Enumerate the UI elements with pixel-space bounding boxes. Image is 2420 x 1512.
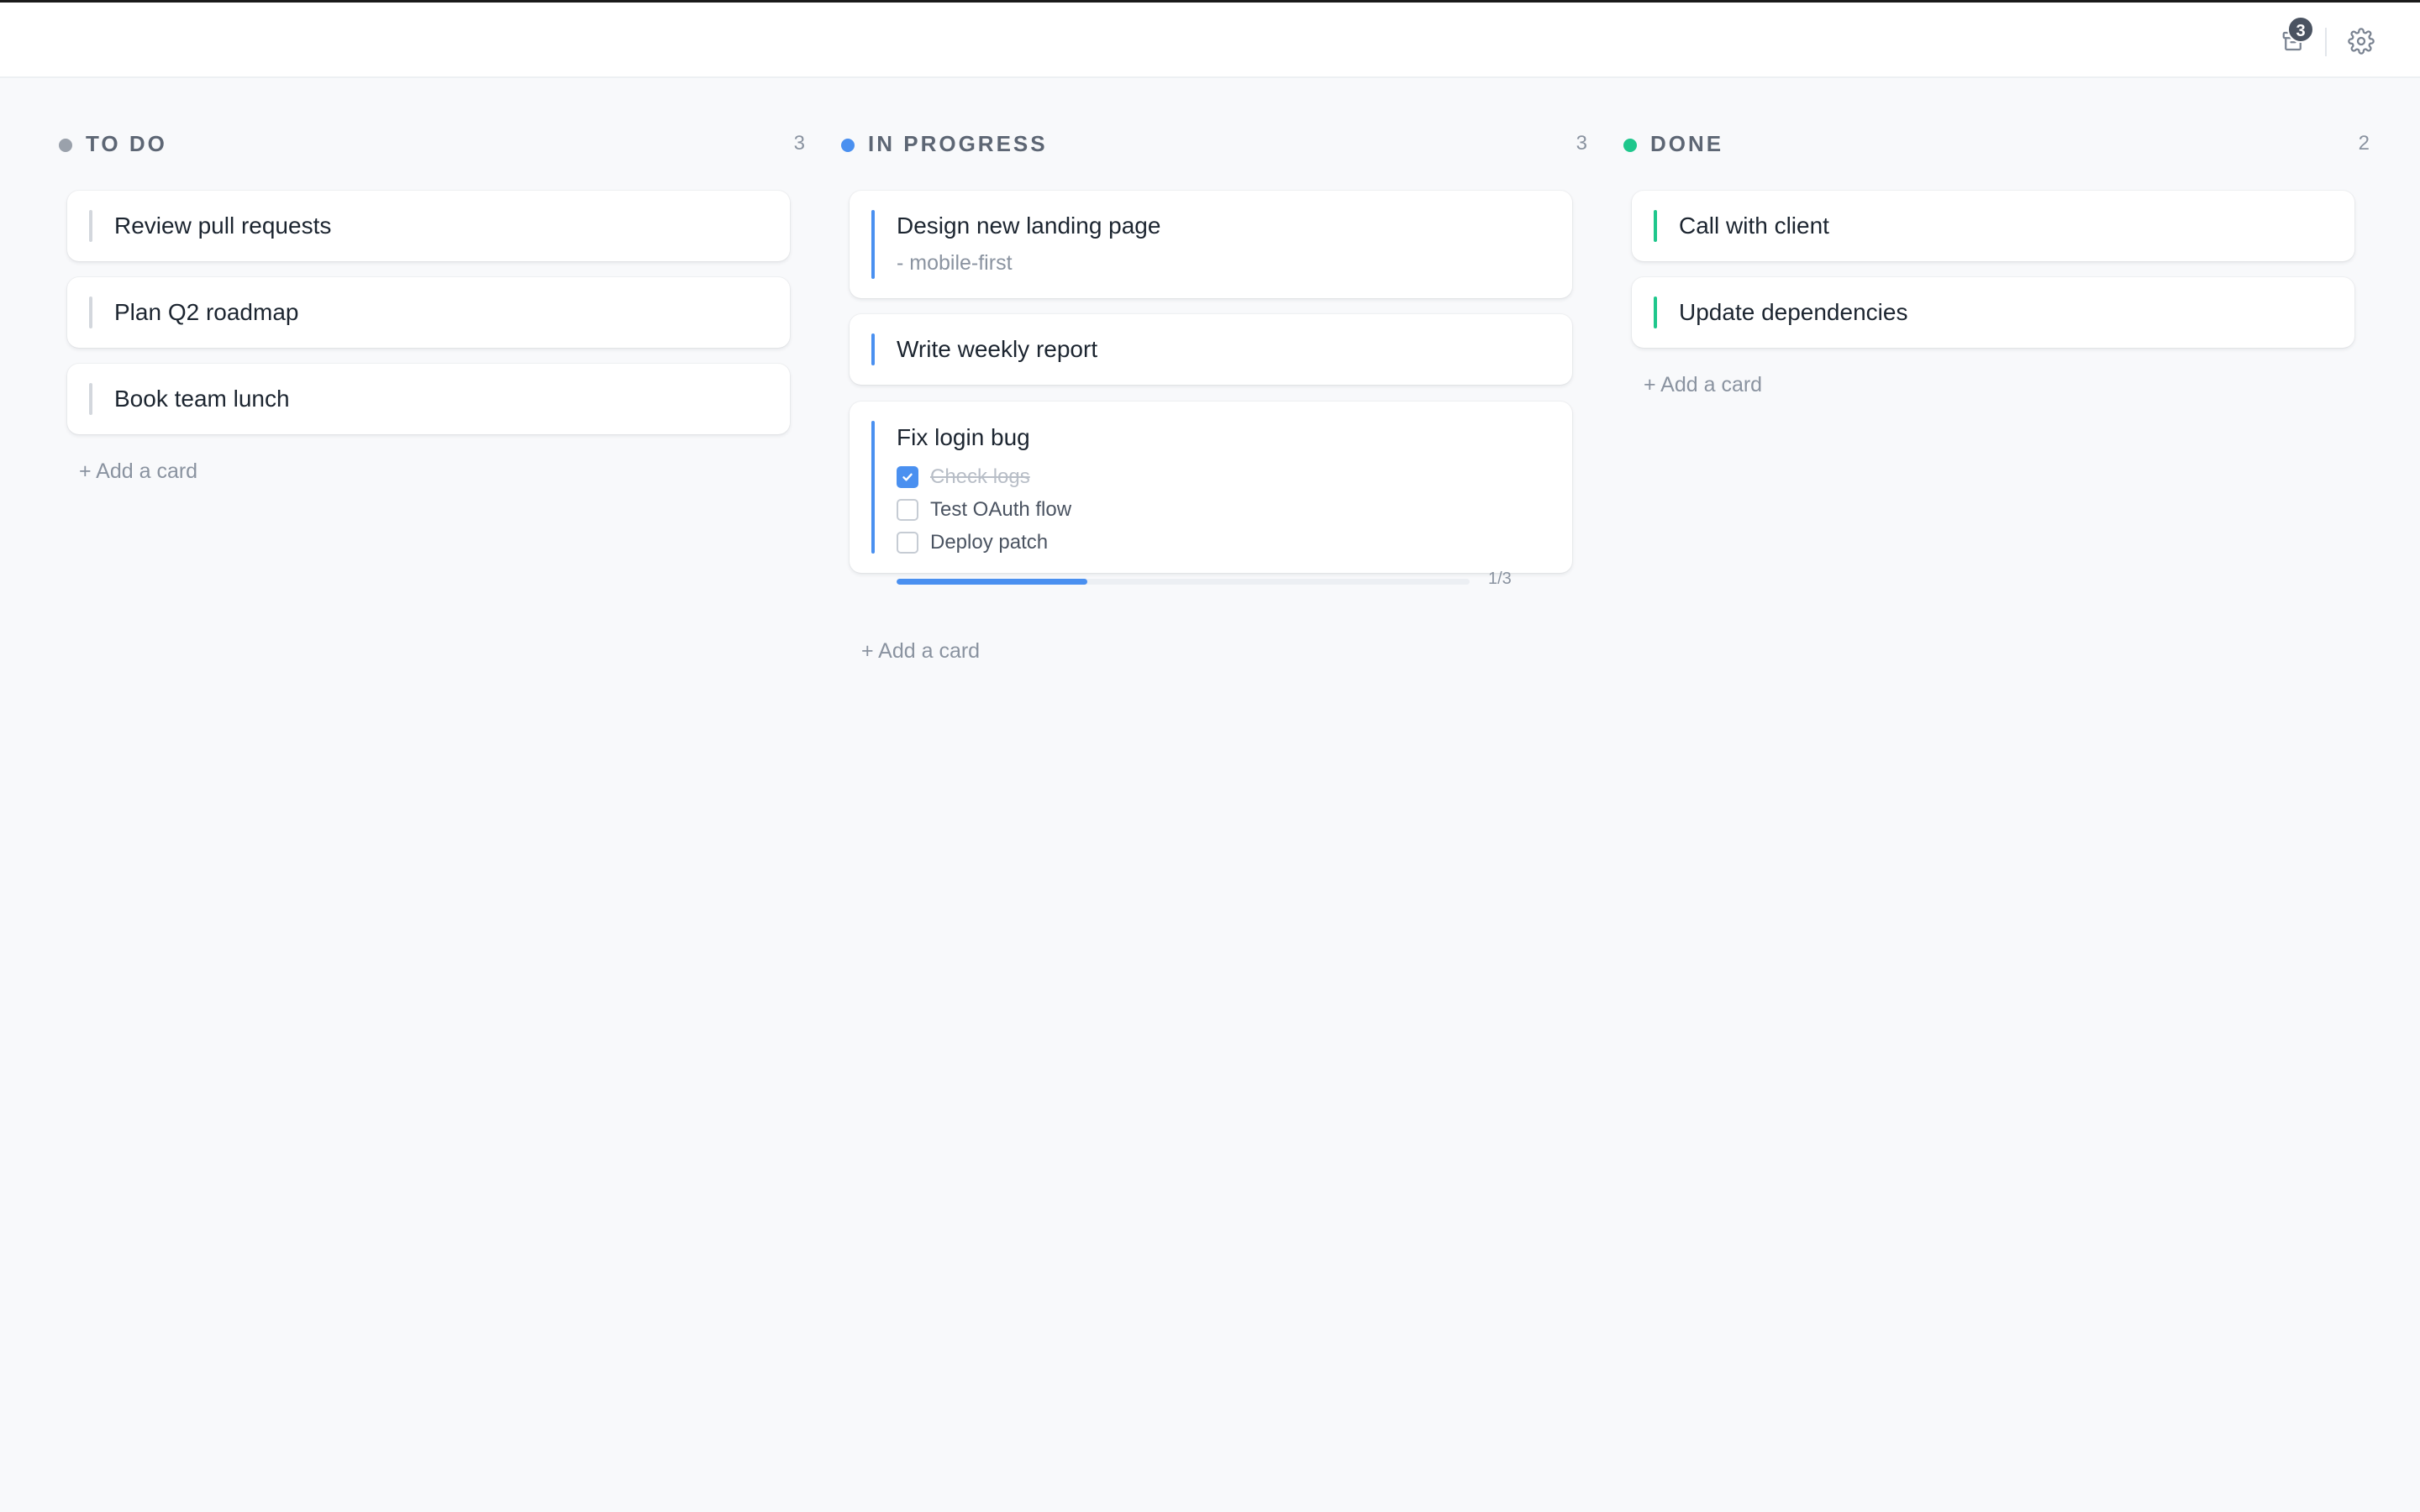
column-card-count: 3 bbox=[1576, 132, 1587, 155]
checklist-item: Check logs bbox=[897, 464, 1030, 491]
card-title: Review pull requests bbox=[114, 213, 332, 239]
card-title: Write weekly report bbox=[897, 336, 1098, 362]
card-accent-bar bbox=[871, 333, 875, 365]
checklist-progress-label: 1/3 bbox=[1488, 570, 1512, 588]
column-header: DONE 2 bbox=[1622, 126, 2370, 165]
task-card[interactable]: Design new landing page - mobile-first bbox=[850, 191, 1572, 298]
column-todo: TO DO 3 Review pull requests Plan Q2 roa… bbox=[57, 126, 805, 483]
card-accent-bar bbox=[871, 210, 875, 279]
card-title: Book team lunch bbox=[114, 386, 290, 412]
task-card[interactable]: Review pull requests bbox=[67, 191, 790, 261]
status-dot bbox=[59, 139, 72, 152]
task-card[interactable]: Write weekly report bbox=[850, 314, 1572, 385]
archive-count-badge: 3 bbox=[2287, 16, 2314, 43]
column-card-count: 3 bbox=[793, 132, 805, 155]
card-accent-bar bbox=[1654, 210, 1657, 242]
checkmark-icon bbox=[902, 473, 913, 481]
card-accent-bar bbox=[1654, 297, 1657, 328]
column-done: DONE 2 Call with client Update dependenc… bbox=[1622, 126, 2370, 396]
checklist-progress-bar bbox=[897, 579, 1470, 585]
column-title: TO DO bbox=[86, 131, 167, 156]
card-accent-bar bbox=[89, 383, 92, 415]
status-dot bbox=[841, 139, 855, 152]
task-card[interactable]: Call with client bbox=[1632, 191, 2354, 261]
status-dot bbox=[1623, 139, 1637, 152]
column-header: TO DO 3 bbox=[57, 126, 805, 165]
checklist-progress-fill bbox=[897, 579, 1088, 585]
card-title: Call with client bbox=[1679, 213, 1829, 239]
add-card-button[interactable]: + Add a card bbox=[1644, 373, 1762, 397]
checkbox-checked[interactable] bbox=[897, 466, 918, 488]
checkbox[interactable] bbox=[897, 532, 918, 554]
column-title: IN PROGRESS bbox=[868, 131, 1048, 156]
card-title: Fix login bug bbox=[897, 424, 1030, 450]
column-title: DONE bbox=[1650, 131, 1724, 156]
column-header: IN PROGRESS 3 bbox=[839, 126, 1587, 165]
card-title: Update dependencies bbox=[1679, 299, 1908, 325]
top-bar: 3 bbox=[0, 0, 2420, 78]
settings-button[interactable] bbox=[2339, 19, 2383, 63]
card-accent-bar bbox=[89, 210, 92, 242]
add-card-button[interactable]: + Add a card bbox=[861, 639, 980, 664]
card-title: Design new landing page bbox=[897, 213, 1161, 239]
checklist-item: Test OAuth flow bbox=[897, 496, 1071, 523]
gear-icon bbox=[2348, 28, 2375, 55]
task-card[interactable]: Plan Q2 roadmap bbox=[67, 277, 790, 348]
checklist-item-label: Test OAuth flow bbox=[930, 498, 1072, 521]
card-accent-bar bbox=[871, 421, 875, 554]
task-card[interactable]: Update dependencies bbox=[1632, 277, 2354, 348]
add-card-button[interactable]: + Add a card bbox=[79, 459, 197, 484]
column-card-count: 2 bbox=[2358, 132, 2370, 155]
checklist-item-label: Check logs bbox=[930, 465, 1030, 488]
toolbar-divider bbox=[2325, 28, 2327, 56]
task-card[interactable]: Fix login bug Check logs Test OAuth flow… bbox=[850, 402, 1572, 588]
column-in-progress: IN PROGRESS 3 Design new landing page - … bbox=[839, 126, 1587, 663]
checkbox[interactable] bbox=[897, 499, 918, 521]
checklist-item-label: Deploy patch bbox=[930, 531, 1049, 554]
card-accent-bar bbox=[89, 297, 92, 328]
checklist-item: Deploy patch bbox=[897, 529, 1048, 556]
task-card[interactable]: Book team lunch bbox=[67, 364, 790, 434]
card-title: Plan Q2 roadmap bbox=[114, 299, 299, 325]
card-description: - mobile-first bbox=[897, 251, 1013, 275]
